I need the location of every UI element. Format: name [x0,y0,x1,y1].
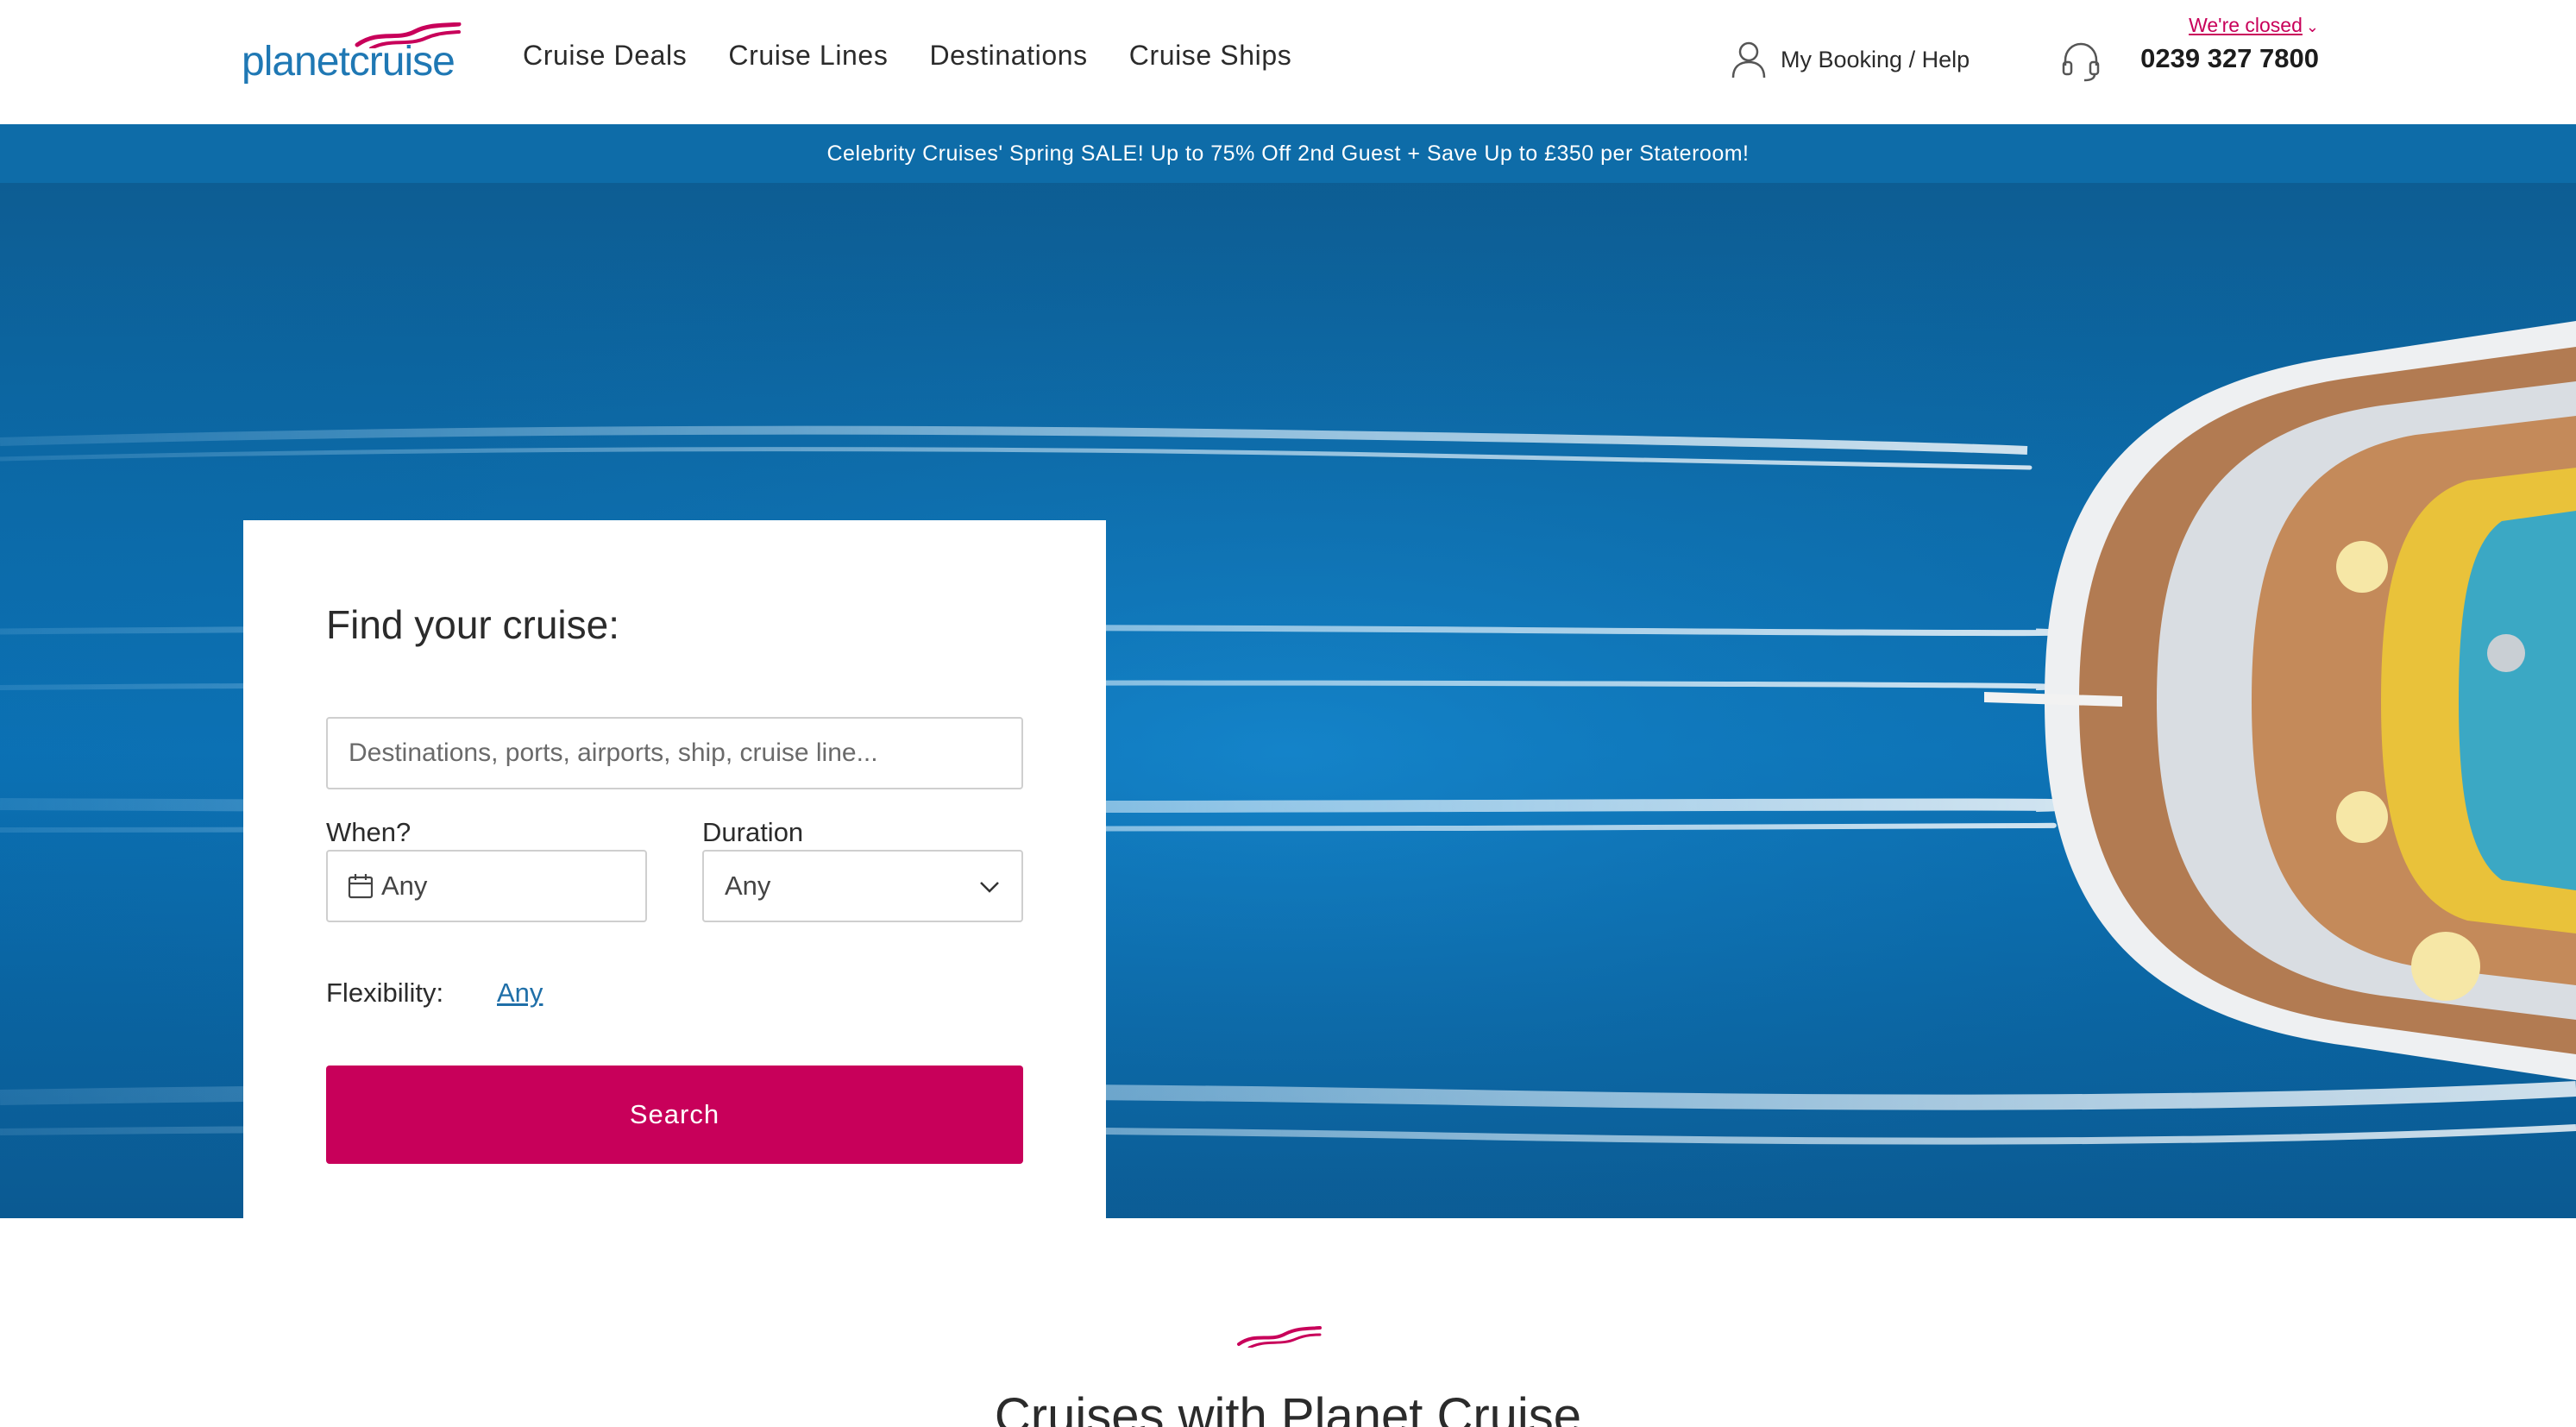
user-icon [1731,41,1766,79]
destination-search-input[interactable] [326,717,1023,789]
nav-destinations[interactable]: Destinations [929,40,1087,72]
wave-divider-icon [1237,1326,1322,1348]
search-title: Find your cruise: [326,602,620,647]
closed-label: We're closed [2189,14,2303,36]
my-booking-label: My Booking / Help [1781,46,1970,72]
planet-cruise-logo[interactable]: planetcruise [242,22,466,91]
chevron-down-icon: ⌄ [2305,18,2319,35]
duration-select[interactable]: Any [702,850,1023,922]
contact-block: We're closed ⌄ 0239 327 7800 [2060,14,2319,91]
logo-text-cruise: cruise [349,39,456,85]
cruise-search-card: Find your cruise: When? Duration Any Any… [243,520,1106,1218]
hero-banner: Find your cruise: When? Duration Any Any… [0,183,2576,1218]
duration-value: Any [725,871,771,901]
phone-number[interactable]: 0239 327 7800 [2140,43,2319,74]
when-label: When? [326,817,412,847]
chevron-down-icon [980,882,999,893]
when-value: Any [381,871,428,901]
promo-banner[interactable]: Celebrity Cruises' Spring SALE! Up to 75… [0,124,2576,183]
headset-icon [2062,42,2100,82]
logo-text-planet: planet [242,39,350,85]
nav-cruise-lines[interactable]: Cruise Lines [728,40,888,72]
opening-hours-toggle[interactable]: We're closed ⌄ [2189,14,2319,37]
calendar-icon [348,874,374,899]
promo-text: Celebrity Cruises' Spring SALE! Up to 75… [826,141,1750,166]
section-title: Cruises with Planet Cruise [994,1388,1582,1427]
intro-section: Cruises with Planet Cruise [0,1218,2576,1427]
duration-label: Duration [702,817,804,847]
nav-cruise-deals[interactable]: Cruise Deals [523,40,687,72]
my-booking-link[interactable]: My Booking / Help [1731,40,1970,79]
main-nav: Cruise Deals Cruise Lines Destinations C… [523,40,1291,72]
site-header: planetcruise Cruise Deals Cruise Lines D… [0,0,2576,124]
when-date-picker[interactable]: Any [326,850,647,922]
flexibility-link[interactable]: Any [497,978,543,1009]
nav-cruise-ships[interactable]: Cruise Ships [1129,40,1292,72]
flexibility-label: Flexibility: [326,978,444,1008]
search-button[interactable]: Search [326,1066,1023,1164]
